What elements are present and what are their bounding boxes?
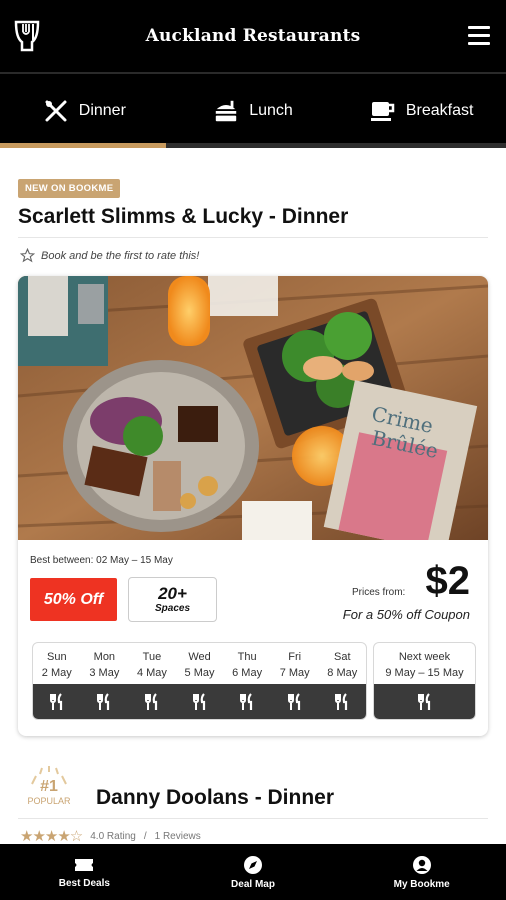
day-name: Thu [237, 651, 257, 663]
day-name: Tue [142, 651, 162, 663]
restaurant-list[interactable]: NEW ON BOOKME Scarlett Slimms & Lucky - … [0, 148, 506, 844]
day-name: Fri [288, 651, 302, 663]
day-name: Sat [334, 651, 351, 663]
day-mon[interactable]: Mon 3 May [81, 643, 129, 684]
user-icon [412, 855, 431, 874]
nav-my-bookme[interactable]: My Bookme [337, 844, 506, 900]
popular-badge: #1 POPULAR [22, 766, 76, 814]
popular-label: POPULAR [27, 796, 71, 806]
cutlery-icon[interactable] [223, 684, 271, 719]
day-date: 4 May [136, 667, 167, 679]
day-name: Sun [47, 651, 67, 663]
deal-card[interactable]: Crime Brûlée Best between: 02 May – 15 M… [18, 276, 488, 736]
compass-icon [244, 855, 262, 874]
price: $2 [425, 559, 471, 603]
tab-dinner-label: Dinner [78, 102, 126, 119]
nav-deal-map[interactable]: Deal Map [169, 844, 338, 900]
day-wed[interactable]: Wed 5 May [176, 643, 224, 684]
ticket-icon [75, 858, 94, 871]
day-fri[interactable]: Fri 7 May [271, 643, 319, 684]
burger-icon [213, 98, 239, 124]
meal-tabs: Dinner Lunch Breakfast [0, 72, 506, 148]
restaurant-name[interactable]: Danny Doolans - Dinner [96, 786, 334, 810]
nav-my-bookme-label: My Bookme [393, 878, 450, 890]
tab-breakfast-label: Breakfast [405, 102, 474, 119]
cutlery-icon[interactable] [33, 684, 81, 719]
day-date: 5 May [184, 667, 215, 679]
rate-prompt[interactable]: Book and be the first to rate this! [20, 248, 199, 263]
day-thu[interactable]: Thu 6 May [223, 643, 271, 684]
day-date: 7 May [279, 667, 310, 679]
discount-badge[interactable]: 50% Off [30, 578, 117, 621]
next-week-label: Next week [398, 651, 451, 663]
day-date: 3 May [89, 667, 120, 679]
day-name: Mon [93, 651, 116, 663]
tab-dinner[interactable]: Dinner [0, 74, 169, 148]
hamburger-menu-icon[interactable] [468, 26, 490, 46]
app-header: Auckland Restaurants [0, 0, 506, 72]
cutlery-icon[interactable] [271, 684, 319, 719]
nav-best-deals[interactable]: Best Deals [0, 844, 169, 900]
day-tue[interactable]: Tue 4 May [128, 643, 176, 684]
day-availability-bar [33, 684, 366, 719]
best-between: Best between: 02 May – 15 May [30, 555, 173, 566]
cutlery-icon[interactable] [318, 684, 366, 719]
coffee-cup-icon [370, 98, 396, 124]
cutlery-icon[interactable] [374, 684, 475, 719]
divider [18, 237, 488, 238]
cutlery-icon[interactable] [176, 684, 224, 719]
rating-row: ★★★★☆ 4.0 Rating / 1 Reviews [20, 827, 201, 844]
divider [18, 818, 488, 819]
tab-breakfast[interactable]: Breakfast [337, 74, 506, 148]
rate-prompt-text: Book and be the first to rate this! [41, 249, 200, 262]
spaces-label: Spaces [154, 603, 191, 614]
reviews-text: 1 Reviews [154, 830, 201, 842]
spaces-count: 20+ [158, 584, 187, 603]
day-date: 6 May [232, 667, 263, 679]
tab-lunch-label: Lunch [249, 102, 293, 119]
next-week-selector[interactable]: Next week 9 May – 15 May [373, 642, 476, 720]
app-screen: Auckland Restaurants Dinner Lunch Breakf… [0, 0, 506, 900]
bottom-navigation: Best Deals Deal Map My Bookme [0, 844, 506, 900]
restaurant-name[interactable]: Scarlett Slimms & Lucky - Dinner [18, 205, 348, 229]
day-date: 8 May [327, 667, 358, 679]
rating-separator: / [143, 830, 147, 842]
prices-from-label: Prices from: [352, 587, 406, 598]
next-week-range: 9 May – 15 May [385, 667, 464, 679]
star-outline-icon [20, 248, 35, 263]
day-name: Wed [188, 651, 211, 663]
nav-deal-map-label: Deal Map [231, 878, 275, 890]
rating-text: 4.0 Rating [90, 830, 136, 842]
restaurant-logo-icon[interactable] [14, 18, 40, 52]
spaces-box: 20+ Spaces [128, 577, 217, 622]
coupon-text: For a 50% off Coupon [342, 607, 470, 622]
app-title: Auckland Restaurants [145, 26, 361, 46]
day-sun[interactable]: Sun 2 May [33, 643, 81, 684]
nav-best-deals-label: Best Deals [58, 877, 110, 889]
day-date: 2 May [41, 667, 72, 679]
day-sat[interactable]: Sat 8 May [318, 643, 366, 684]
new-badge: NEW ON BOOKME [18, 179, 121, 198]
cutlery-icon[interactable] [128, 684, 176, 719]
star-rating-icon: ★★★★☆ [20, 828, 83, 844]
cutlery-icon [43, 98, 69, 124]
cutlery-icon[interactable] [81, 684, 129, 719]
tab-lunch[interactable]: Lunch [169, 74, 338, 148]
day-selector: Sun 2 May Mon 3 May Tue 4 May Wed 5 May Thu 6… [32, 642, 367, 720]
laurel-icon [31, 766, 67, 785]
restaurant-photo[interactable]: Crime Brûlée [18, 276, 488, 540]
